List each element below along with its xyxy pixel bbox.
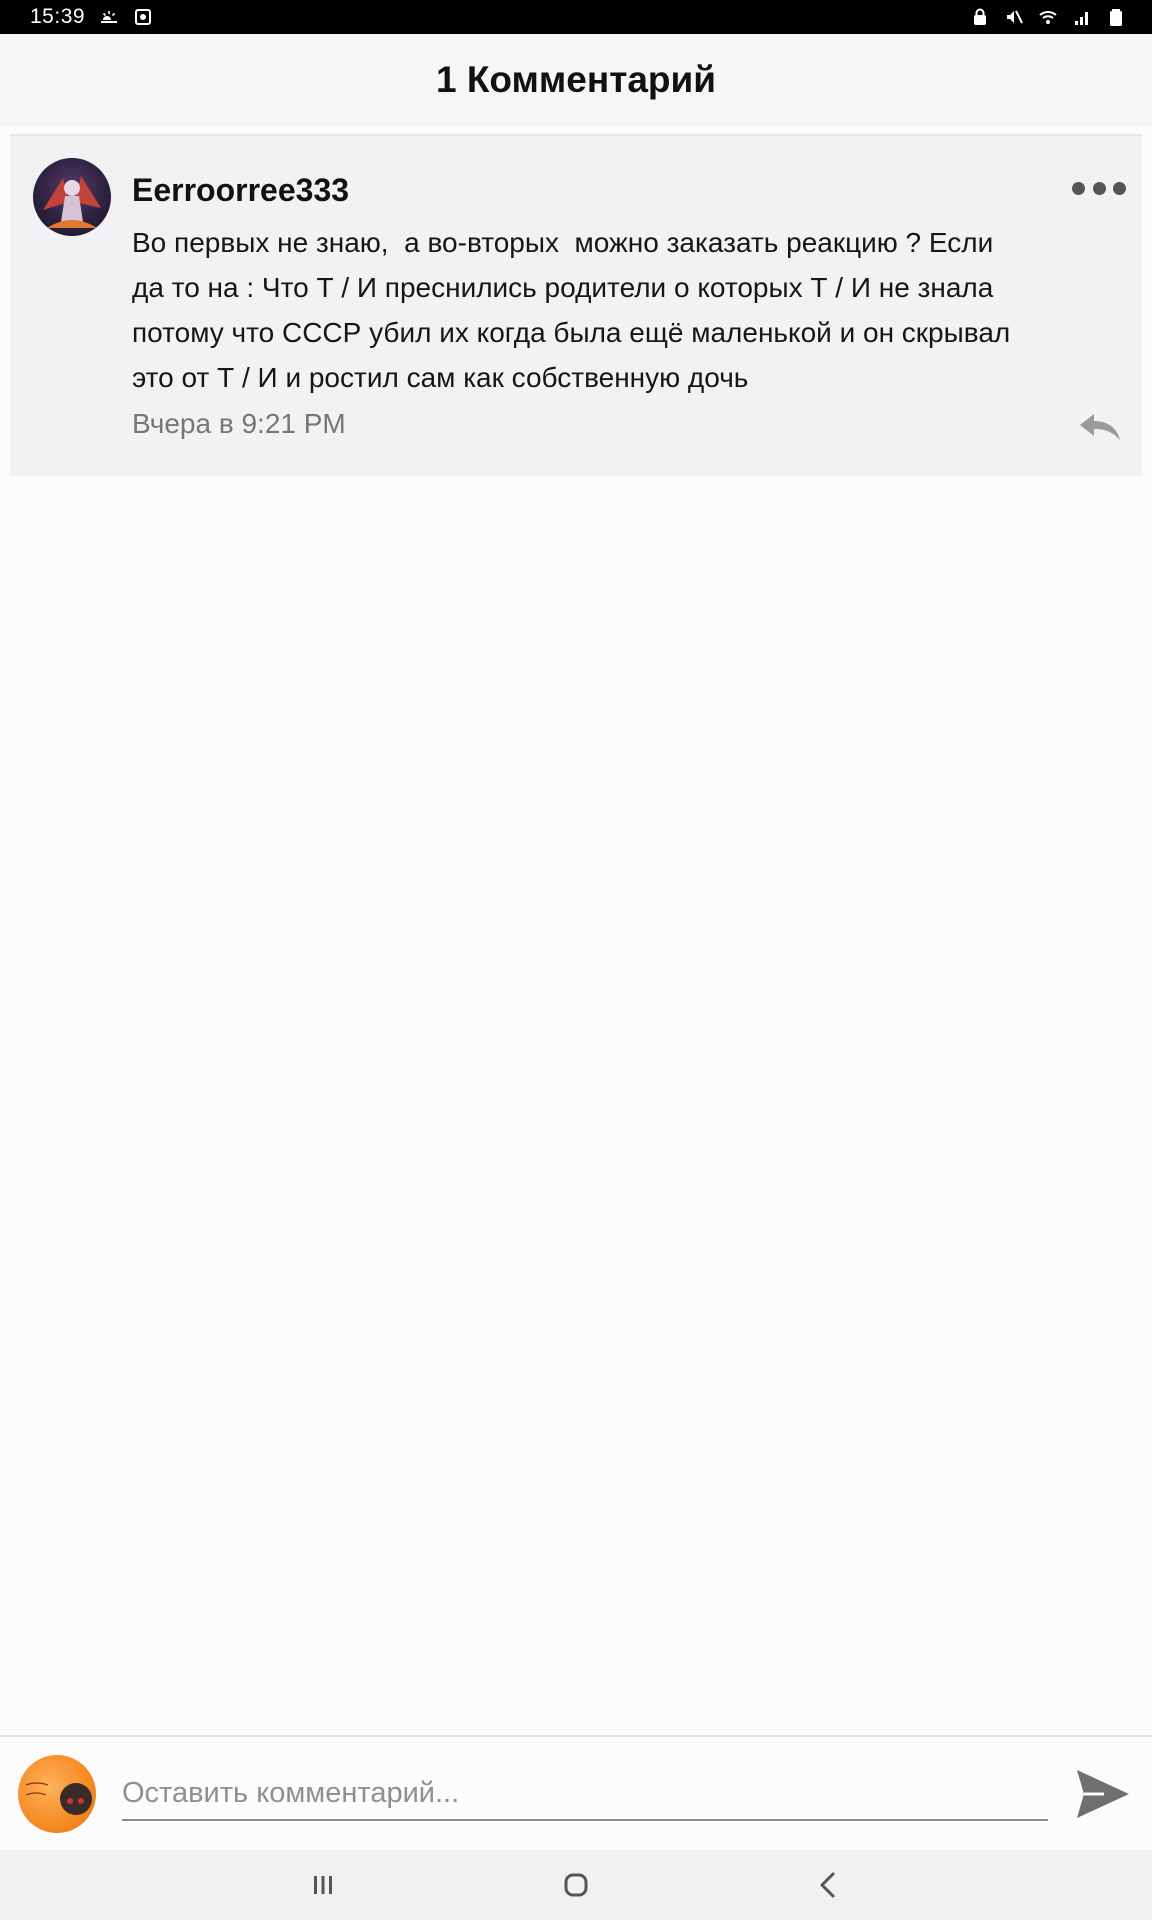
header: 1 Комментарий (0, 34, 1152, 126)
author-avatar-art (43, 176, 101, 228)
reply-icon[interactable] (1078, 410, 1122, 444)
back-icon[interactable] (808, 1866, 848, 1904)
comment-timestamp: Вчера в 9:21 PM (132, 408, 346, 439)
comment-card: Eerroorree333 Во первых не знаю, а во-вт… (10, 134, 1142, 476)
lock-icon (974, 8, 986, 25)
author-avatar[interactable] (33, 158, 111, 236)
more-dots-icon[interactable] (1072, 176, 1126, 200)
user-avatar[interactable] (18, 1755, 96, 1833)
status-left: 15:39 (30, 5, 153, 29)
status-time: 15:39 (30, 5, 86, 28)
weather-icon (101, 11, 118, 23)
comments-screen: 15:39 1 Комментарий Eerroorree333 Во пер… (0, 0, 1152, 1920)
battery-icon (1110, 9, 1122, 26)
comment-author[interactable]: Eerroorree333 (132, 172, 349, 209)
comment-input[interactable] (122, 1767, 1048, 1821)
user-avatar-art (25, 1782, 92, 1815)
comment-text: Во первых не знаю, а во-вторых можно зак… (132, 227, 1011, 393)
more-dot (1113, 181, 1126, 195)
status-right (970, 7, 1126, 27)
page-title: 1 Комментарий (435, 59, 716, 100)
status-bar: 15:39 (0, 0, 1152, 34)
more-dot (1092, 181, 1106, 195)
more-dot (1072, 181, 1085, 195)
signal-icon (1075, 12, 1088, 25)
mute-icon (1007, 10, 1023, 24)
screenshot-icon (135, 9, 152, 25)
system-nav-bar (0, 1850, 1152, 1920)
send-icon[interactable] (1074, 1767, 1132, 1821)
comment-composer (0, 1735, 1152, 1850)
wifi-icon (1039, 11, 1057, 24)
recents-icon[interactable] (303, 1866, 343, 1904)
home-icon[interactable] (556, 1866, 596, 1904)
